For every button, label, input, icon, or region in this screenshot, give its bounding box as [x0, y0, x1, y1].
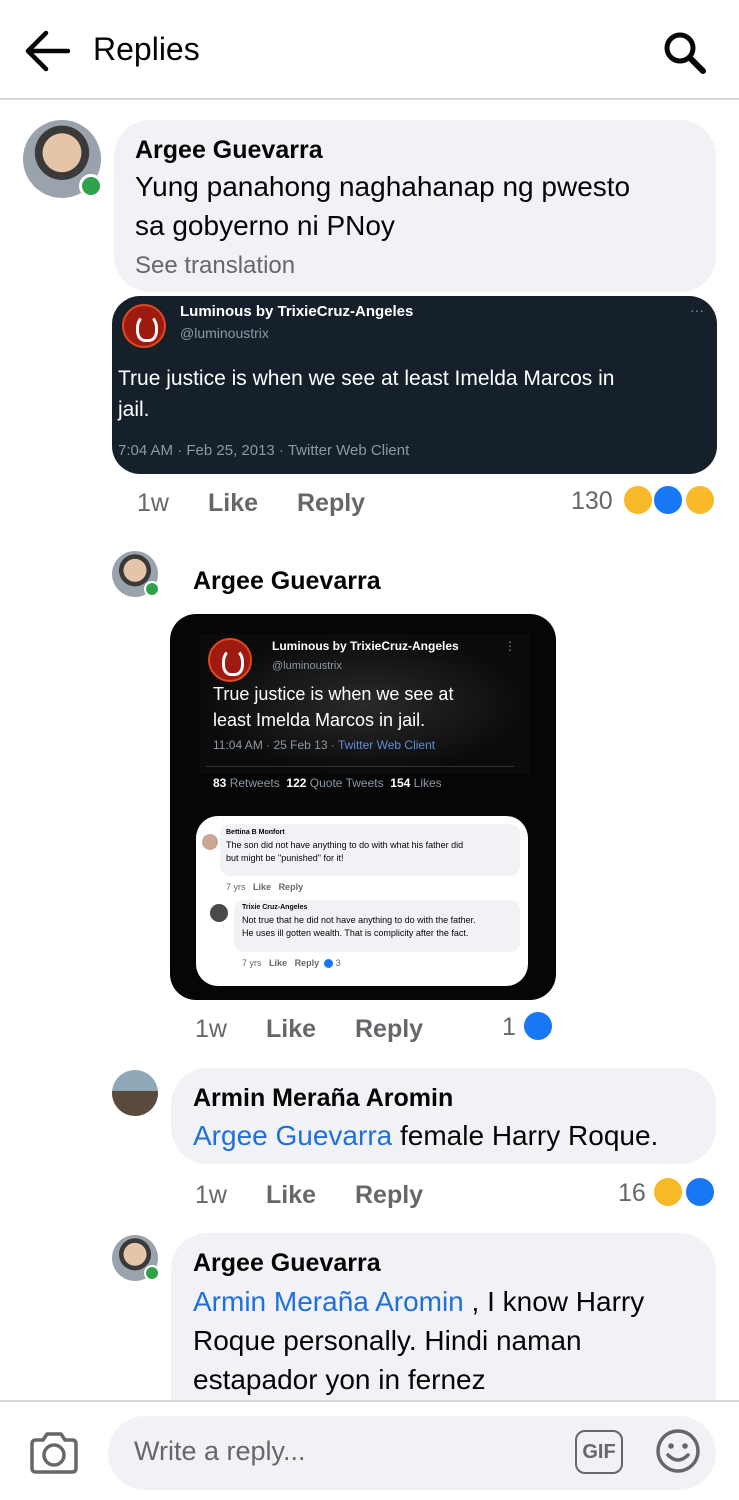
- comment-time[interactable]: 1w: [137, 489, 169, 518]
- screenshot-tweet-name: Luminous by TrixieCruz-Angeles: [272, 639, 459, 653]
- search-icon[interactable]: [660, 28, 708, 76]
- screenshot-tweet-text: True justice is when we see at: [213, 684, 454, 704]
- comment-text: estapador yon in fernez: [193, 1364, 486, 1395]
- haha-reaction-icon: [622, 484, 654, 516]
- mention-link[interactable]: Armin Meraña Aromin: [193, 1286, 464, 1317]
- reply-composer: Write a reply... GIF: [0, 1400, 739, 1500]
- reply-button[interactable]: Reply: [355, 1181, 423, 1210]
- comment-author[interactable]: Argee Guevarra: [193, 1249, 381, 1278]
- tweet-text: jail.: [118, 398, 150, 421]
- tweet-text: True justice is when we see at least Ime…: [118, 367, 615, 390]
- mini-text: but might be "punished" for it!: [226, 853, 344, 863]
- avatar[interactable]: [112, 1070, 158, 1116]
- screenshot-fb-comments: Bettina B Monfort The son did not have a…: [196, 816, 528, 986]
- screenshot-tweet-avatar: [208, 638, 252, 682]
- comment-time[interactable]: 1w: [195, 1015, 227, 1044]
- gif-button[interactable]: GIF: [575, 1430, 623, 1474]
- online-status-dot: [144, 581, 160, 597]
- like-reaction-icon: [652, 484, 684, 516]
- mini-author: Trixie Cruz-Angeles: [242, 904, 308, 911]
- emoji-icon[interactable]: [655, 1428, 701, 1474]
- screenshot-more-icon: ⋮: [504, 639, 516, 653]
- page-title: Replies: [93, 31, 200, 67]
- online-status-dot: [79, 174, 103, 198]
- avatar[interactable]: [112, 1235, 160, 1281]
- top-bar: Replies: [0, 0, 739, 100]
- reaction-count[interactable]: 1: [502, 1013, 516, 1042]
- tweet-attachment[interactable]: Luminous by TrixieCruz-Angeles @luminous…: [112, 296, 717, 474]
- screenshot-tweet-meta: 11:04 AM · 25 Feb 13 · Twitter Web Clien…: [213, 738, 436, 752]
- back-arrow-icon[interactable]: [24, 30, 70, 72]
- tweet-meta: 7:04 AM · Feb 25, 2013 · Twitter Web Cli…: [118, 442, 410, 459]
- like-button[interactable]: Like: [266, 1181, 316, 1210]
- comment-author[interactable]: Argee Guevarra: [193, 567, 381, 596]
- haha-reaction-icon: [652, 1176, 684, 1208]
- mini-avatar: [202, 834, 218, 850]
- mini-author: Bettina B Monfort: [226, 829, 285, 836]
- online-status-dot: [144, 1265, 160, 1281]
- comment-text: Armin Meraña Aromin , I know Harry: [193, 1286, 645, 1317]
- reply-placeholder[interactable]: Write a reply...: [134, 1436, 306, 1467]
- reply-button[interactable]: Reply: [297, 489, 365, 518]
- comment-author[interactable]: Armin Meraña Aromin: [193, 1084, 453, 1113]
- reaction-count[interactable]: 130: [571, 487, 613, 516]
- like-button[interactable]: Like: [266, 1015, 316, 1044]
- screenshot-divider: [206, 766, 514, 767]
- reaction-count[interactable]: 16: [618, 1179, 646, 1208]
- reply-button[interactable]: Reply: [355, 1015, 423, 1044]
- comment-time[interactable]: 1w: [195, 1181, 227, 1210]
- comment-author[interactable]: Argee Guevarra: [135, 136, 323, 165]
- avatar[interactable]: [112, 551, 160, 597]
- mini-text: Not true that he did not have anything t…: [242, 915, 476, 925]
- see-translation-link[interactable]: See translation: [135, 252, 295, 280]
- comment-text: Yung panahong naghahanap ng pwesto: [135, 171, 631, 202]
- comment-text: sa gobyerno ni PNoy: [135, 210, 395, 241]
- mini-text: The son did not have anything to do with…: [226, 840, 464, 850]
- tweet-avatar: [122, 304, 166, 348]
- tweet-handle: @luminoustrix: [180, 325, 269, 341]
- avatar[interactable]: [23, 120, 103, 198]
- tweet-author-name: Luminous by TrixieCruz-Angeles: [180, 303, 414, 320]
- more-icon[interactable]: ···: [690, 302, 704, 318]
- camera-icon[interactable]: [28, 1430, 80, 1476]
- like-button[interactable]: Like: [208, 489, 258, 518]
- comment-text: Roque personally. Hindi naman: [193, 1325, 582, 1356]
- mini-text: He uses ill gotten wealth. That is compl…: [242, 928, 469, 938]
- screenshot-tweet-text: least Imelda Marcos in jail.: [213, 710, 426, 730]
- attached-screenshot-image[interactable]: Luminous by TrixieCruz-Angeles @luminous…: [170, 614, 556, 1000]
- screenshot-tweet-stats: 83 Retweets 122 Quote Tweets 154 Likes: [213, 776, 442, 790]
- like-reaction-icon: [684, 1176, 716, 1208]
- screenshot-tweet-handle: @luminoustrix: [272, 660, 342, 672]
- mention-link[interactable]: Argee Guevarra: [193, 1120, 392, 1151]
- like-reaction-icon: [522, 1010, 554, 1042]
- mini-avatar: [210, 904, 228, 922]
- mini-like-icon: [324, 959, 334, 969]
- wow-reaction-icon: [684, 484, 716, 516]
- comment-text: Argee Guevarra female Harry Roque.: [193, 1120, 659, 1151]
